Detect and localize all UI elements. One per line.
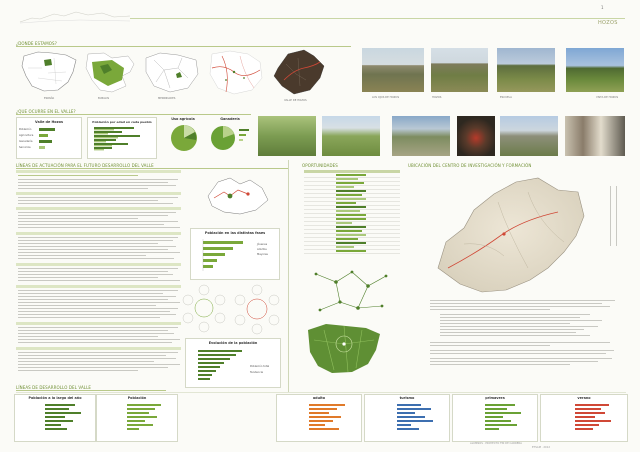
photo-caption-2: HOZOS [432, 96, 442, 99]
bottom-chart-1-title: Población a lo largo del año [28, 396, 82, 400]
map-caption-valley: VALLE DE HOZOS [284, 99, 307, 102]
actions-table [16, 170, 181, 378]
landscape-photo-1 [362, 48, 424, 92]
footer-date: ETSAM · 2012 [532, 446, 551, 449]
evolucion-legend-2: Tendencia [250, 371, 264, 374]
iberia-network-map [308, 324, 380, 373]
fases-legend-1: Jóvenes [257, 243, 268, 246]
map-caption-burgos: BURGOS [98, 97, 110, 100]
chart-agricola: Uso agrícola [163, 117, 203, 157]
chart-valle: Valle de Hozos Población Agricultura Gan… [16, 117, 82, 159]
bottom-chart-5: primavera [452, 394, 538, 442]
bottom-chart-5-title: primavera [485, 396, 505, 400]
burgos-map [85, 52, 135, 93]
photo-caption-4: VISTA DE HOZOS [596, 96, 619, 99]
bottom-chart-2: Población [96, 394, 178, 442]
chart-evolucion-title: Evolución de la población [208, 341, 258, 345]
chart-fases: Población en las distintas fases Jóvenes… [190, 228, 280, 280]
section-ubicacion: UBICACIÓN DEL CENTRO DE INVESTIGACIÓN Y … [408, 163, 532, 168]
chart-evolucion: Evolución de la población Población tota… [185, 338, 281, 388]
chart-agricola-title: Uso agrícola [171, 117, 195, 121]
map-caption-merindades: MERINDADES [158, 97, 176, 100]
bottom-chart-2-title: Población [127, 396, 147, 400]
bottom-chart-6: verano [540, 394, 628, 442]
ubicacion-text [430, 300, 620, 386]
bottom-chart-4-title: turismo [399, 396, 415, 400]
valle-label-2: Agricultura [19, 134, 34, 137]
evolucion-legend-1: Población total [250, 365, 270, 368]
chart-edad: Población por edad en cada pueblo [87, 117, 157, 159]
mountain-sketch [19, 11, 131, 24]
valle-label-1: Población [19, 128, 32, 131]
footer-credits: ALUMNOS · PROYECTO FIN DE CARRERA [470, 442, 522, 445]
map-caption-spain: ESPAÑA [44, 97, 55, 100]
landscape-photo-3 [497, 48, 555, 92]
map-legend-swatch-2 [616, 186, 621, 246]
street-photo [565, 116, 625, 156]
bottom-chart-1: Población a lo largo del año [14, 394, 96, 442]
landscape-photo-2 [431, 48, 488, 92]
valley-terrain-map [437, 177, 585, 293]
fases-legend-2: Adultos [257, 248, 267, 251]
valley-map [273, 49, 325, 95]
valle-label-3: Ganadería [19, 140, 33, 143]
opportunities-table [304, 170, 400, 262]
network-diagram [314, 270, 388, 312]
chart-ganaderia: Ganadería [207, 117, 253, 157]
bottom-chart-3: adulto [276, 394, 362, 442]
photo-caption-1: LOS OJOS DE HOZOS [372, 96, 400, 99]
village-photo-1 [322, 116, 380, 156]
page-title: HOZOS [598, 20, 618, 26]
merindades-map [145, 52, 199, 93]
valle-label-4: Servicios [19, 146, 31, 149]
bottom-chart-4: turismo [364, 394, 450, 442]
spain-map [21, 51, 77, 92]
territory-sketch [207, 177, 269, 215]
bottom-chart-3-title: adulto [312, 396, 326, 400]
bottom-chart-6-title: verano [577, 396, 591, 400]
chart-edad-title: Población por edad en cada pueblo [92, 120, 152, 124]
photo-caption-3: ESCUELA [500, 96, 512, 99]
cave-photo [457, 116, 495, 156]
landscape-photo-4 [566, 48, 624, 92]
strategy-diagram-1 [182, 284, 226, 333]
chart-fases-title: Población en las distintas fases [204, 231, 266, 235]
fases-legend-3: Mayores [257, 253, 268, 256]
village-photo-2 [500, 116, 558, 156]
chart-ganaderia-title: Ganadería [220, 117, 240, 121]
page-number: 1 [601, 5, 604, 10]
river-photo [392, 116, 450, 156]
strategy-diagram-2 [234, 284, 280, 335]
chart-valle-title: Valle de Hozos [35, 120, 63, 124]
road-map [209, 50, 263, 95]
section-oportunidades: OPORTUNIDADES [302, 163, 338, 168]
cattle-photo [258, 116, 316, 156]
map-legend-swatch [610, 186, 615, 246]
